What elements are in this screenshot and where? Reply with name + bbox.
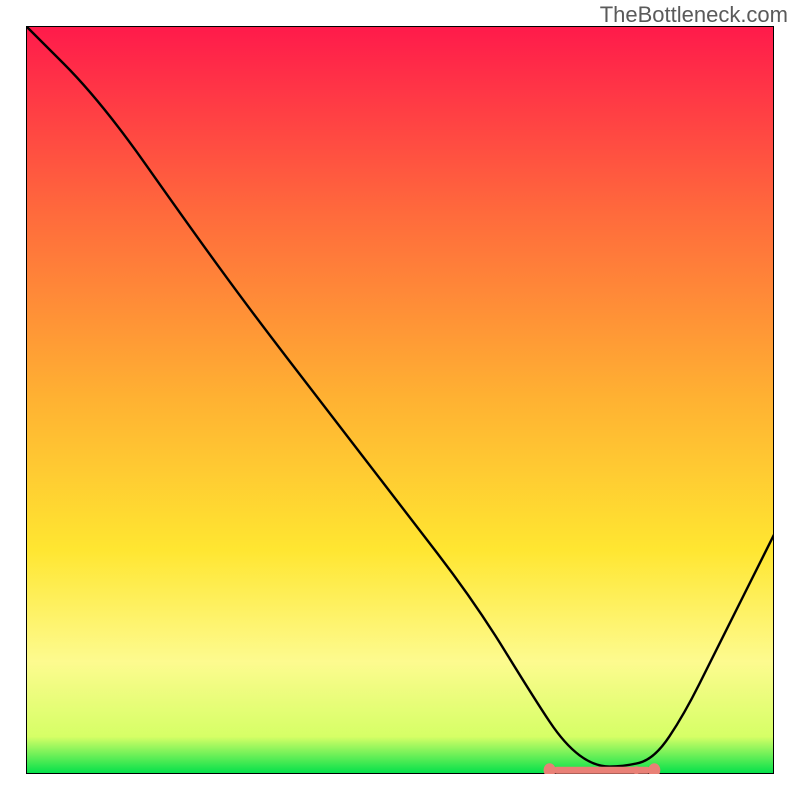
watermark-label: TheBottleneck.com: [600, 2, 788, 28]
gradient-background: [26, 26, 774, 774]
bottleneck-chart: [26, 26, 774, 774]
chart-container: [26, 26, 774, 774]
